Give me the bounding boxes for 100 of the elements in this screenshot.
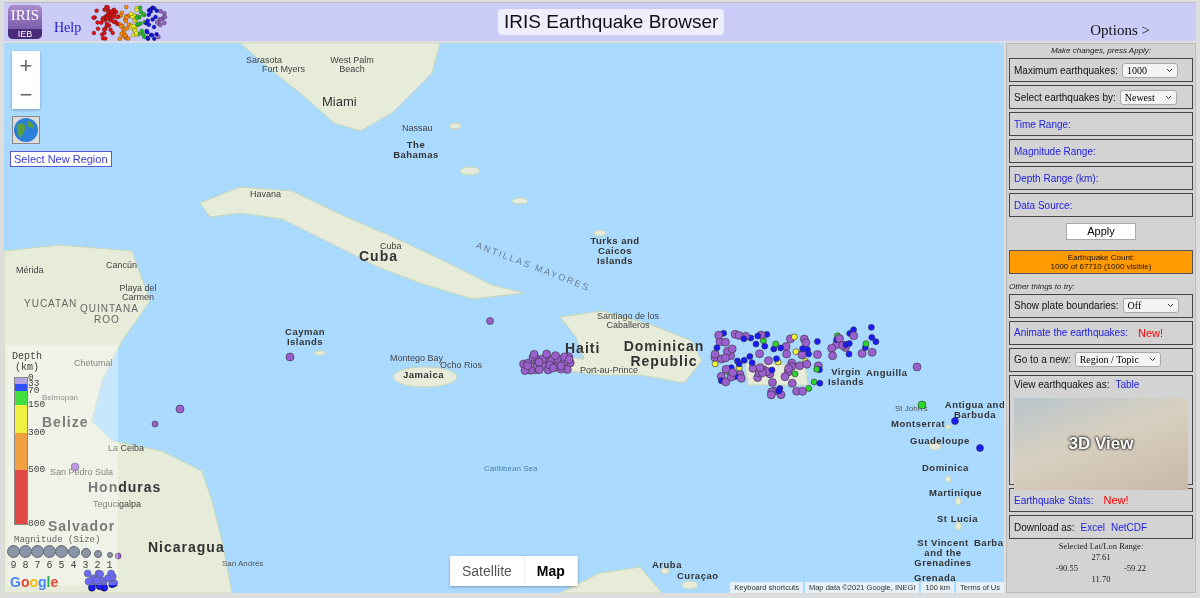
earthquake-marker[interactable] <box>801 338 811 348</box>
earthquake-marker[interactable] <box>755 363 765 372</box>
earthquake-marker[interactable] <box>828 351 837 361</box>
select-region-button[interactable]: Select New Region <box>10 151 112 167</box>
globe-icon[interactable] <box>12 116 40 144</box>
earthquake-marker[interactable] <box>549 363 558 373</box>
dropdown[interactable]: Off <box>1122 298 1179 314</box>
earthquake-marker[interactable] <box>721 353 730 363</box>
earthquake-marker[interactable] <box>720 330 727 337</box>
map-type-tab[interactable]: Map <box>524 556 578 586</box>
earthquake-marker[interactable] <box>736 374 746 383</box>
earthquake-marker[interactable] <box>727 344 737 354</box>
earthquake-marker[interactable] <box>792 348 800 356</box>
earthquake-marker[interactable] <box>777 344 784 352</box>
earthquake-marker[interactable] <box>773 355 780 363</box>
map-type-tab[interactable]: Satellite <box>450 556 525 586</box>
download-link[interactable]: NetCDF <box>1111 521 1148 533</box>
earthquake-marker[interactable] <box>850 326 857 334</box>
earthquake-marker[interactable] <box>551 351 560 360</box>
earthquake-marker[interactable] <box>711 360 719 368</box>
earthquake-marker[interactable] <box>813 350 822 359</box>
earthquake-marker[interactable] <box>951 417 959 425</box>
earthquake-marker[interactable] <box>772 340 780 348</box>
earthquake-marker[interactable] <box>862 340 870 347</box>
earthquake-marker[interactable] <box>746 353 754 360</box>
option-link[interactable]: Earthquake Stats: <box>1014 494 1094 506</box>
earthquake-marker[interactable] <box>740 335 748 343</box>
earthquake-marker[interactable] <box>810 378 818 386</box>
iris-logo[interactable]: IRIS IEB <box>8 5 42 39</box>
earthquake-marker[interactable] <box>747 334 755 342</box>
earthquake-marker[interactable] <box>735 360 743 368</box>
earthquake-marker[interactable] <box>770 345 778 353</box>
option-link[interactable]: Depth Range (km): <box>1014 172 1099 184</box>
earthquake-marker[interactable] <box>710 349 720 359</box>
earthquake-marker[interactable] <box>764 356 773 365</box>
option-link[interactable]: Data Source: <box>1014 199 1073 211</box>
earthquake-marker[interactable] <box>782 349 791 359</box>
earthquake-marker[interactable] <box>791 370 799 378</box>
earthquake-marker[interactable] <box>846 340 853 347</box>
earthquake-marker[interactable] <box>763 331 771 338</box>
option-link[interactable]: Magnitude Range: <box>1014 145 1096 157</box>
option-link[interactable]: Time Range: <box>1014 118 1071 130</box>
earthquake-marker[interactable] <box>175 404 185 414</box>
earthquake-marker[interactable] <box>799 345 806 352</box>
earthquake-marker[interactable] <box>486 317 494 325</box>
earthquake-marker[interactable] <box>534 357 544 367</box>
earthquake-marker[interactable] <box>804 346 811 353</box>
earthquake-marker[interactable] <box>754 332 762 340</box>
earthquake-marker[interactable] <box>114 552 122 560</box>
table-link[interactable]: Table <box>1115 378 1140 390</box>
earthquake-marker[interactable] <box>868 324 875 331</box>
earthquake-marker[interactable] <box>721 337 730 347</box>
earthquake-marker[interactable] <box>814 338 821 345</box>
earthquake-marker[interactable] <box>88 583 96 592</box>
earthquake-marker[interactable] <box>780 372 790 382</box>
earthquake-marker[interactable] <box>714 330 723 340</box>
earthquake-marker[interactable] <box>768 366 776 374</box>
earthquake-marker[interactable] <box>104 574 112 582</box>
earthquake-marker[interactable] <box>816 379 824 387</box>
earthquake-marker[interactable] <box>721 377 731 387</box>
download-link[interactable]: Excel <box>1080 521 1106 533</box>
earthquake-marker[interactable] <box>755 349 764 359</box>
earthquake-marker[interactable] <box>523 361 532 371</box>
earthquake-marker[interactable] <box>868 334 876 341</box>
earthquake-marker[interactable] <box>797 350 807 360</box>
earthquake-marker[interactable] <box>535 365 544 374</box>
earthquake-marker[interactable] <box>151 420 159 428</box>
earthquake-marker[interactable] <box>795 361 804 371</box>
earthquake-marker[interactable] <box>784 364 793 373</box>
earthquake-marker[interactable] <box>108 580 116 588</box>
earthquake-marker[interactable] <box>761 342 769 350</box>
earthquake-marker[interactable] <box>766 390 776 400</box>
earthquake-marker[interactable] <box>93 576 101 585</box>
earthquake-marker[interactable] <box>564 355 574 364</box>
earthquake-marker[interactable] <box>787 378 797 388</box>
earthquake-marker[interactable] <box>802 359 812 369</box>
earthquake-marker[interactable] <box>721 364 731 374</box>
earthquake-marker[interactable] <box>713 344 721 352</box>
earthquake-marker[interactable] <box>768 378 777 387</box>
earthquake-marker[interactable] <box>849 331 858 341</box>
option-link[interactable]: Animate the earthquakes: <box>1014 327 1128 339</box>
help-link[interactable]: Help <box>54 20 82 36</box>
earthquake-marker[interactable] <box>556 361 566 371</box>
dropdown[interactable]: Newest <box>1119 89 1177 105</box>
earthquake-marker[interactable] <box>775 387 783 395</box>
earthquake-marker[interactable] <box>740 356 748 364</box>
earthquake-marker[interactable] <box>827 344 836 353</box>
earthquake-marker[interactable] <box>107 569 115 578</box>
options-link[interactable]: Options > <box>1090 22 1150 39</box>
earthquake-marker[interactable] <box>84 577 93 586</box>
earthquake-marker[interactable] <box>728 368 737 377</box>
zoom-in-button[interactable]: + <box>12 51 40 80</box>
dropdown[interactable]: 1000 <box>1121 62 1178 78</box>
earthquake-marker[interactable] <box>798 387 807 396</box>
earthquake-marker[interactable] <box>791 333 798 341</box>
earthquake-marker[interactable] <box>872 338 880 345</box>
earthquake-marker[interactable] <box>835 334 844 343</box>
earthquake-marker[interactable] <box>867 348 877 357</box>
earthquake-marker[interactable] <box>857 349 867 358</box>
zoom-out-button[interactable]: − <box>12 80 40 109</box>
